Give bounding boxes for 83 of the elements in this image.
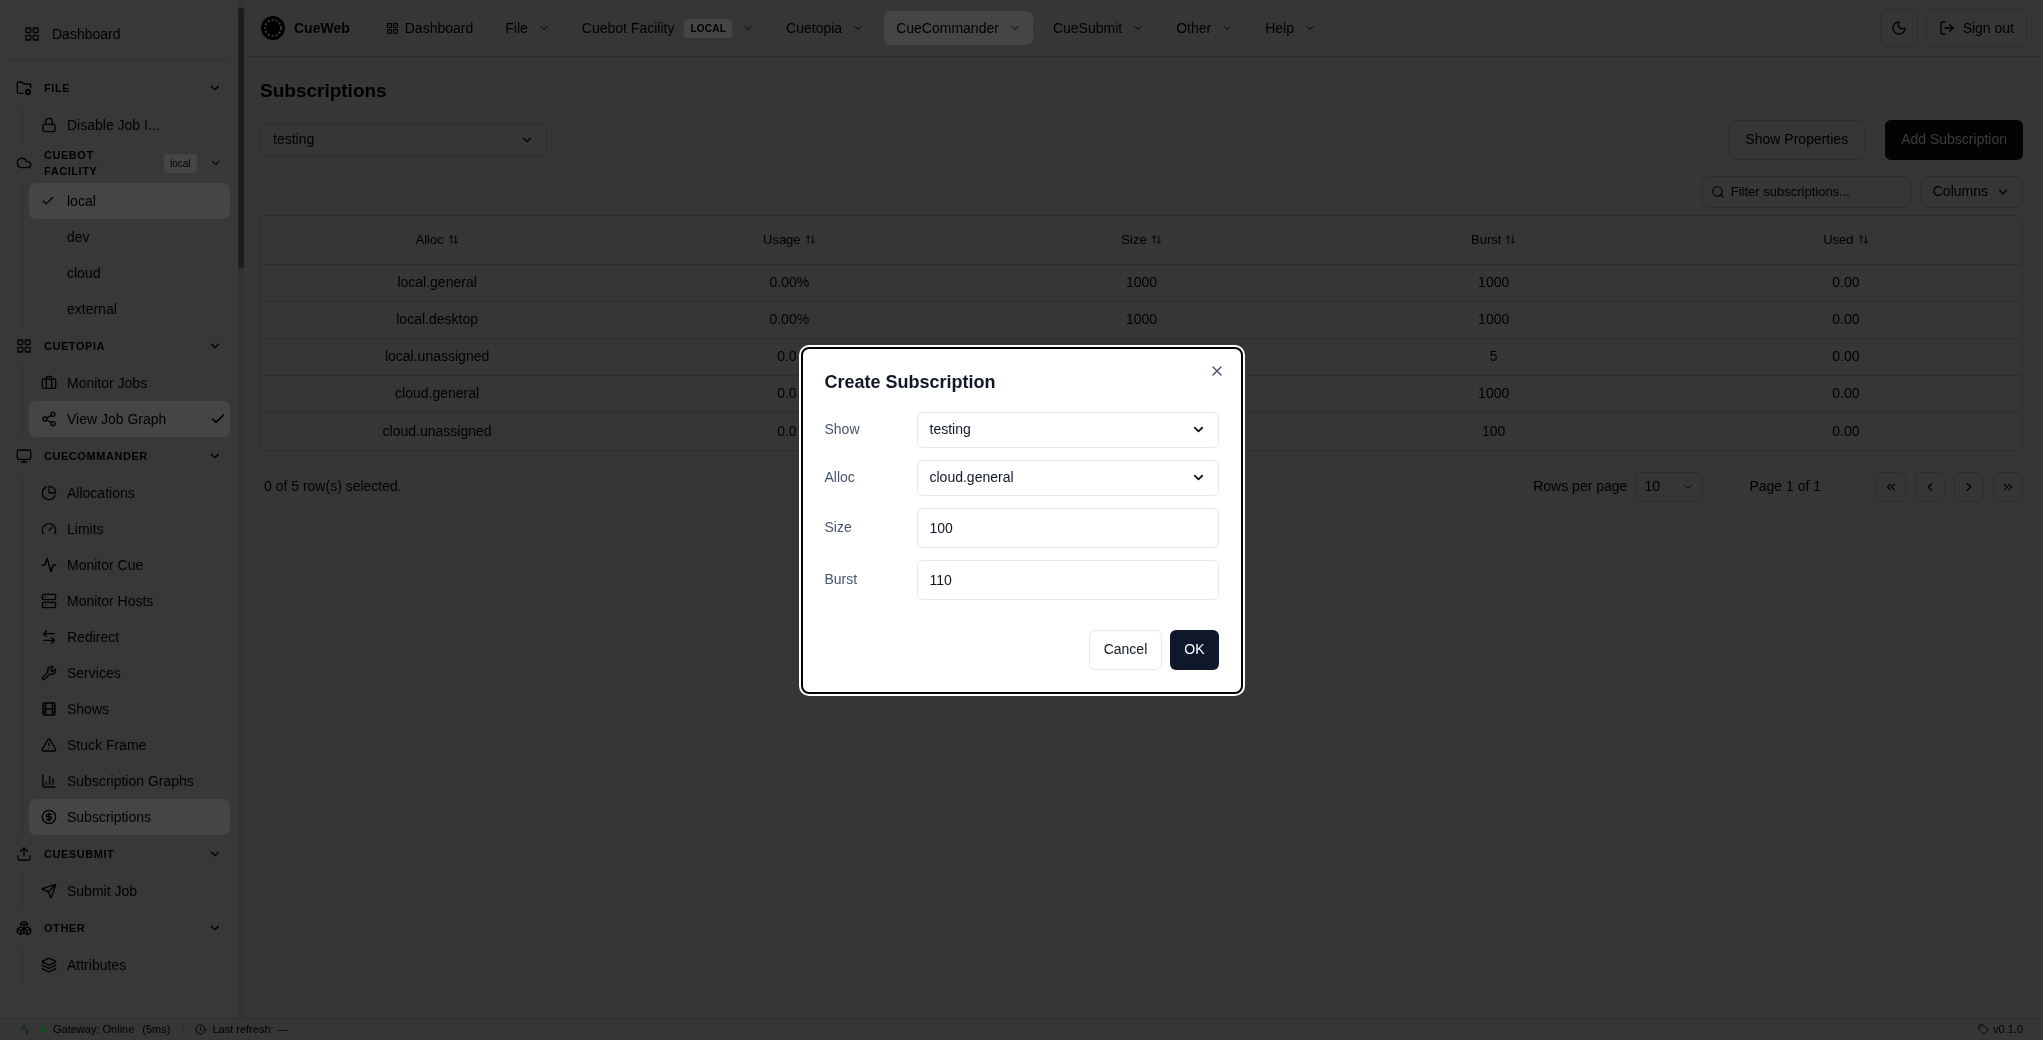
sidebar-item[interactable]: external — [29, 291, 230, 327]
pulse-icon — [41, 557, 57, 573]
briefcase-icon — [41, 375, 57, 391]
previous-page-button[interactable] — [1915, 471, 1945, 502]
moon-icon — [1890, 20, 1907, 36]
grid-icon — [16, 338, 32, 354]
last-page-button[interactable] — [1993, 471, 2023, 502]
field-label: Size — [824, 518, 853, 537]
clock-icon — [195, 1024, 207, 1035]
sidebar-item[interactable]: Monitor Cue — [29, 547, 230, 583]
sidebar-item[interactable]: dev — [29, 219, 230, 255]
field-label: Show — [824, 420, 861, 439]
sidebar-item[interactable]: Redirect — [29, 619, 230, 655]
facility-badge: local — [164, 153, 197, 173]
pulse-icon — [20, 1024, 31, 1035]
dashboard-icon — [24, 26, 40, 42]
sidebar-item[interactable]: Limits — [29, 511, 230, 547]
sidebar-item[interactable]: Attributes — [29, 947, 230, 983]
logo-icon — [260, 15, 286, 41]
cloud-icon — [16, 155, 32, 171]
select-field[interactable]: testing — [916, 411, 1219, 448]
dollar-icon — [41, 809, 57, 825]
sidebar-item[interactable]: Monitor Jobs — [29, 365, 230, 401]
pie-chart-icon — [41, 485, 57, 501]
action-button[interactable]: Add Subscription — [1885, 119, 2023, 160]
section-header[interactable]: OTHER — [8, 909, 230, 947]
layers-icon — [41, 957, 57, 973]
dialog-title: Create Subscription — [824, 370, 997, 394]
section-header[interactable]: CUETOPIA — [8, 327, 230, 365]
lock-icon — [41, 117, 57, 133]
sort-icon — [1505, 234, 1517, 245]
sort-icon — [1150, 234, 1162, 245]
sidebar-item[interactable]: Subscription Graphs — [29, 763, 230, 799]
sort-icon — [1857, 234, 1869, 245]
select-field[interactable]: cloud.general — [916, 459, 1219, 496]
first-page-button[interactable] — [1876, 471, 1906, 502]
boxes-icon — [16, 920, 32, 936]
sidebar-item[interactable]: Subscriptions — [29, 799, 230, 835]
upload-icon — [16, 846, 32, 862]
scrollbar-track[interactable] — [238, 0, 244, 1018]
gauge-icon — [41, 521, 57, 537]
field-label: Burst — [824, 570, 859, 589]
next-page-button[interactable] — [1954, 471, 1984, 502]
film-icon — [41, 701, 57, 717]
sidebar-item[interactable]: Dashboard — [24, 16, 214, 52]
scrollbar-thumb[interactable] — [238, 8, 244, 268]
input-field[interactable]: 110 — [916, 559, 1219, 600]
logout-icon — [1938, 20, 1955, 36]
input-field[interactable]: 100 — [916, 507, 1219, 548]
facility-badge: LOCAL — [684, 18, 733, 38]
section-header[interactable]: FILE — [8, 69, 230, 107]
sidebar-item[interactable]: Services — [29, 655, 230, 691]
monitor-icon — [16, 448, 32, 464]
theme-toggle-button[interactable] — [1879, 9, 1918, 47]
section-header[interactable]: CUESUBMIT — [8, 835, 230, 873]
section-header[interactable]: CUECOMMANDER — [8, 437, 230, 475]
sidebar-item[interactable]: cloud — [29, 255, 230, 291]
warning-icon — [41, 737, 57, 753]
sort-icon — [447, 234, 459, 245]
nav-menu[interactable]: CueCommander — [884, 11, 1033, 45]
sidebar-item[interactable]: local — [29, 183, 230, 219]
dashboard-icon — [385, 21, 399, 35]
send-icon — [41, 883, 57, 899]
field-label: Alloc — [824, 468, 856, 487]
share-icon — [41, 411, 57, 427]
sidebar-item[interactable]: View Job Graph — [29, 401, 230, 437]
server-icon — [41, 593, 57, 609]
section-header[interactable]: CUEBOT FACILITY local — [8, 143, 230, 183]
dialog-button[interactable]: Cancel — [1088, 629, 1163, 670]
sort-icon — [804, 234, 816, 245]
sidebar-item[interactable]: Stuck Frame — [29, 727, 230, 763]
arrows-icon — [41, 629, 57, 645]
search-icon — [1710, 184, 1725, 199]
folder-icon — [16, 80, 32, 96]
check-icon — [41, 194, 55, 208]
wrench-icon — [41, 665, 57, 681]
sidebar-item[interactable]: Allocations — [29, 475, 230, 511]
sidebar-item[interactable]: Submit Job — [29, 873, 230, 909]
tag-icon — [1978, 1024, 1990, 1035]
sidebar-item[interactable]: Shows — [29, 691, 230, 727]
bar-chart-icon — [41, 773, 57, 789]
dialog-button[interactable]: OK — [1170, 629, 1219, 670]
sidebar-item[interactable]: Monitor Hosts — [29, 583, 230, 619]
